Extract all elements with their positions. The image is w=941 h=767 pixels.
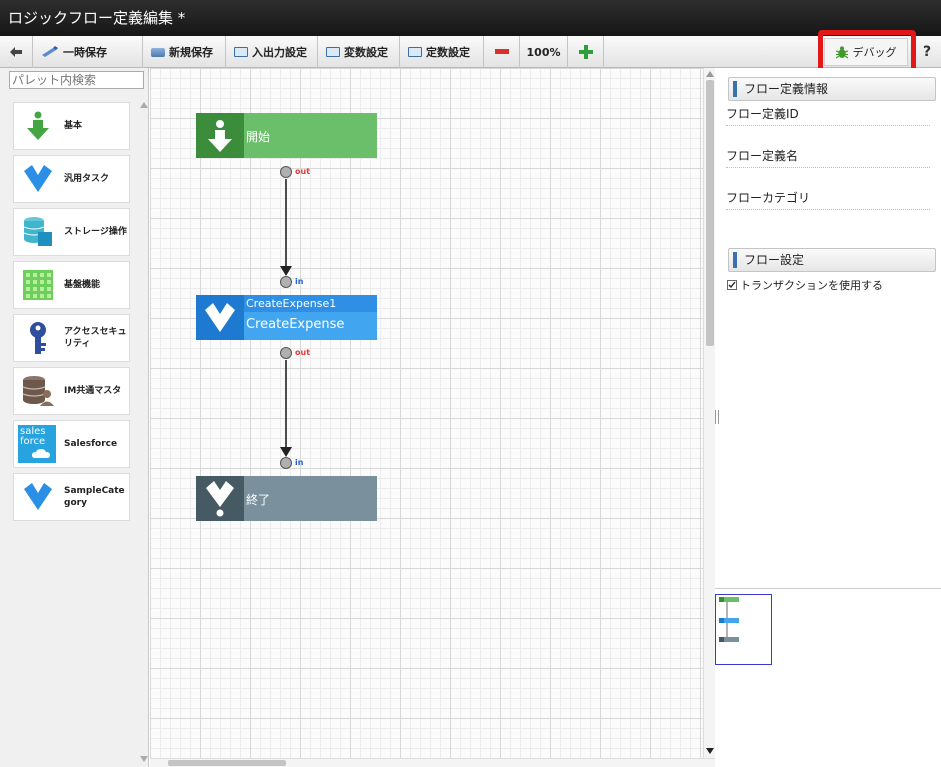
variable-settings-button[interactable]: 変数設定 [318,36,400,68]
storage-icon [20,214,56,250]
save-icon [151,47,165,57]
basic-flow-icon [20,108,56,144]
window-title: ロジックフロー定義編集 * [0,0,941,36]
panel-splitter-grip[interactable] [715,410,719,424]
generic-task-icon [20,161,56,197]
vertical-scroll-thumb[interactable] [706,80,714,346]
palette-item-sample-category[interactable]: SampleCategory [13,473,130,521]
task-out-port-label: out [295,348,311,357]
window-icon [326,47,340,57]
zoom-in-button[interactable] [568,36,604,68]
flow-id-label: フロー定義ID [726,106,930,126]
canvas-vertical-scrollbar[interactable] [703,68,715,758]
bug-icon [835,45,848,59]
palette-item-salesforce[interactable]: sales force Salesforce [13,420,130,468]
platform-icon [20,267,56,303]
palette-item-storage[interactable]: ストレージ操作 [13,208,130,256]
task-node[interactable]: CreateExpense1 CreateExpense [196,295,377,340]
palette: 基本 汎用タスク ストレージ操作 基盤機能 アクセスセキュリティ [0,68,149,767]
checkmark-icon [728,281,736,289]
back-button[interactable] [0,36,33,68]
scroll-up-arrow-icon [140,102,148,108]
debug-button[interactable]: デバッグ [824,38,908,66]
palette-scrollbar[interactable] [139,98,149,767]
flow-name-label: フロー定義名 [726,148,930,168]
flow-canvas[interactable]: out in out in 開始 CreateExpense1 CreateEx… [150,68,703,758]
pen-icon [41,45,59,60]
arrow-left-icon [10,47,22,57]
scroll-up-arrow-icon [706,71,714,77]
task-node-id: CreateExpense1 [244,295,377,312]
end-node[interactable]: 終了 [196,476,377,521]
end-node-icon [196,476,244,521]
flow-connectors [280,166,292,469]
zoom-out-button[interactable] [484,36,520,68]
end-node-label: 終了 [246,493,271,507]
transaction-label: トランザクションを使用する [740,279,883,292]
task-node-name: CreateExpense [246,317,345,332]
window-icon [234,47,248,57]
key-icon [20,320,56,356]
task-in-port-label: in [295,277,304,286]
overview-minimap[interactable] [715,588,941,767]
debug-label: デバッグ [852,46,897,59]
start-node-label: 開始 [246,130,271,144]
transaction-checkbox[interactable] [727,280,737,290]
horizontal-scroll-thumb[interactable] [168,760,286,766]
window-icon [408,47,422,57]
palette-item-label: 汎用タスク [64,174,110,184]
sample-category-icon [20,479,56,515]
task-node-icon [196,295,244,340]
start-out-port-label: out [295,167,311,176]
salesforce-icon-text: force [20,436,46,447]
flow-category-label: フローカテゴリ [726,190,930,210]
transaction-checkbox-row[interactable]: トランザクションを使用する [727,277,883,293]
help-button[interactable]: ? [916,36,938,68]
toolbar: 一時保存 新規保存 入出力設定 変数設定 定数設定 100% [0,36,941,68]
palette-item-platform[interactable]: 基盤機能 [13,261,130,309]
start-node-icon [196,113,244,158]
constant-settings-button[interactable]: 定数設定 [400,36,484,68]
palette-item-generic-task[interactable]: 汎用タスク [13,155,130,203]
palette-item-basic[interactable]: 基本 [13,102,130,150]
temp-save-button[interactable]: 一時保存 [33,36,143,68]
properties-panel: フロー定義情報 フロー定義ID フロー定義名 フローカテゴリ フロー設定 トラン… [715,68,941,588]
constant-settings-label: 定数設定 [426,46,470,59]
palette-item-label: アクセスセキュリティ [64,327,127,349]
overview-flow-thumbnail [719,597,739,642]
palette-item-label: IM共通マスタ [64,386,122,396]
temp-save-label: 一時保存 [63,46,107,59]
canvas-horizontal-scrollbar[interactable] [150,758,715,767]
flow-settings-header[interactable]: フロー設定 [728,248,936,272]
io-settings-label: 入出力設定 [252,46,307,59]
start-node[interactable]: 開始 [196,113,377,158]
palette-item-label: ストレージ操作 [64,227,127,237]
palette-search-input[interactable] [9,71,144,89]
io-settings-button[interactable]: 入出力設定 [226,36,318,68]
minus-icon [494,49,509,54]
variable-settings-label: 変数設定 [344,46,388,59]
new-save-label: 新規保存 [169,46,213,59]
common-master-icon [20,373,56,409]
plus-icon [578,45,593,59]
salesforce-icon: sales force [18,425,56,463]
scroll-down-arrow-icon [140,756,148,762]
end-in-port-label: in [295,458,304,467]
flow-info-header[interactable]: フロー定義情報 [728,77,936,101]
palette-item-common-master[interactable]: IM共通マスタ [13,367,130,415]
logic-flow-editor: ロジックフロー定義編集 * 一時保存 新規保存 入出力設定 変数設定 定数設定 [0,0,941,767]
zoom-level: 100% [520,36,568,68]
new-save-button[interactable]: 新規保存 [143,36,226,68]
scroll-down-arrow-icon [706,748,714,754]
palette-item-label: 基盤機能 [64,280,101,290]
palette-item-access-security[interactable]: アクセスセキュリティ [13,314,130,362]
palette-item-label: 基本 [64,121,83,131]
palette-item-label: SampleCategory [64,486,125,508]
palette-item-label: Salesforce [64,439,118,449]
